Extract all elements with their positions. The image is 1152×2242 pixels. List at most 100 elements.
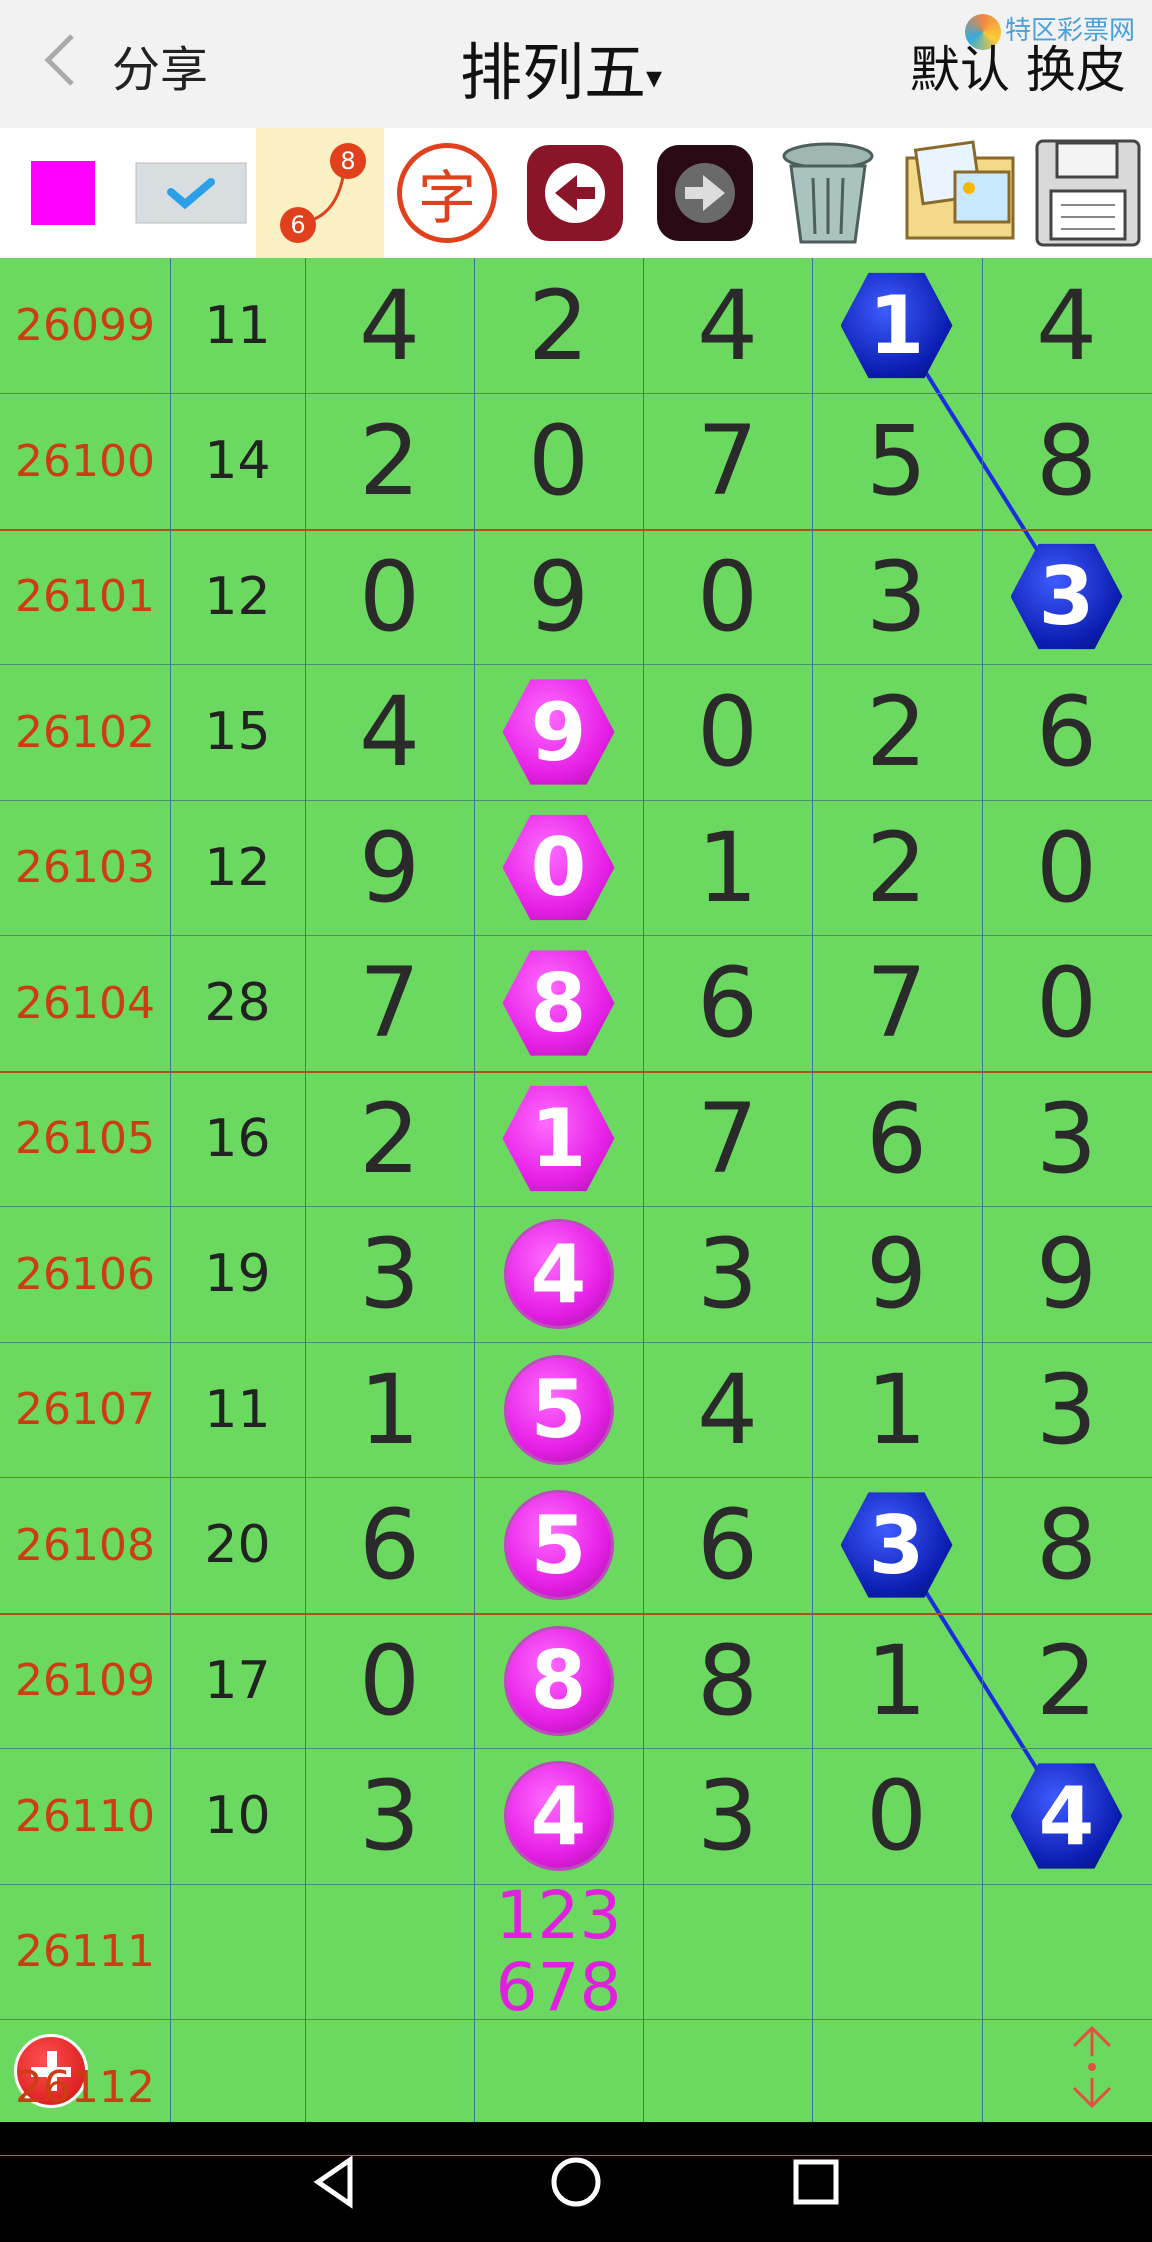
marked-ball[interactable]: 8 — [506, 1628, 611, 1733]
digit-cell[interactable]: 2 — [474, 258, 643, 393]
marked-ball[interactable]: 3 — [840, 1492, 953, 1598]
digit-cell[interactable]: 2 — [982, 1613, 1151, 1748]
digit-cell[interactable]: 1 — [305, 1342, 474, 1477]
digit-cell[interactable]: 9 — [474, 665, 643, 800]
digit-cell[interactable]: 2 — [305, 1071, 474, 1206]
digit-cell[interactable] — [982, 2020, 1151, 2155]
digit-cell[interactable]: 9 — [982, 1207, 1151, 1342]
digit-cell[interactable]: 4 — [643, 258, 812, 393]
digit-cell[interactable]: 6 — [643, 936, 812, 1071]
digit-cell[interactable]: 3 — [812, 1478, 981, 1613]
recents-square-icon[interactable] — [786, 2152, 846, 2212]
connect-line-tool[interactable]: 8 6 — [256, 128, 384, 258]
marked-ball[interactable]: 1 — [840, 272, 953, 379]
digit-cell[interactable]: 3 — [643, 1749, 812, 1884]
digit-cell[interactable]: 5 — [812, 394, 981, 529]
digit-cell[interactable]: 4 — [982, 258, 1151, 393]
digit-cell[interactable]: 9 — [474, 529, 643, 664]
digit-cell[interactable]: 9 — [812, 1207, 981, 1342]
digit-cell[interactable]: 6 — [982, 665, 1151, 800]
digit-cell[interactable]: 0 — [643, 529, 812, 664]
marked-ball[interactable]: 1 — [502, 1085, 615, 1192]
digit-cell[interactable]: 0 — [982, 800, 1151, 935]
digit-cell[interactable]: 0 — [305, 529, 474, 664]
digit-cell[interactable]: 7 — [643, 394, 812, 529]
digit-cell[interactable]: 3 — [305, 1207, 474, 1342]
digit-cell[interactable]: 7 — [305, 936, 474, 1071]
digit-cell[interactable]: 123 678 — [474, 1879, 643, 2023]
undo-button[interactable] — [518, 136, 632, 250]
digit-cell[interactable]: 8 — [982, 394, 1151, 529]
digit-cell[interactable]: 4 — [474, 1749, 643, 1884]
chevron-left-icon[interactable] — [40, 30, 80, 90]
digit-cell[interactable]: 3 — [982, 1342, 1151, 1477]
digit-cell[interactable] — [812, 1884, 981, 2019]
digit-cell[interactable] — [643, 1884, 812, 2019]
digit-cell[interactable] — [812, 2020, 981, 2155]
digit-cell[interactable]: 4 — [305, 665, 474, 800]
share-button[interactable]: 分享 — [112, 30, 208, 100]
digit-cell[interactable] — [474, 2020, 643, 2155]
digit-cell[interactable]: 7 — [643, 1071, 812, 1206]
digit-cell[interactable]: 4 — [982, 1749, 1151, 1884]
digit-cell[interactable]: 6 — [643, 1478, 812, 1613]
digit-cell[interactable]: 4 — [643, 1342, 812, 1477]
digit-cell[interactable] — [643, 2020, 812, 2155]
digit-cell[interactable]: 1 — [812, 1613, 981, 1748]
redo-button[interactable] — [648, 136, 762, 250]
marked-ball[interactable]: 9 — [502, 679, 615, 785]
digit-cell[interactable]: 3 — [812, 529, 981, 664]
caret-down-icon[interactable]: ▾ — [646, 58, 662, 96]
marked-ball[interactable]: 5 — [506, 1357, 611, 1462]
digit-cell[interactable]: 0 — [812, 1749, 981, 1884]
digit-cell[interactable]: 5 — [474, 1342, 643, 1477]
digit-cell[interactable]: 3 — [643, 1207, 812, 1342]
digit-cell[interactable]: 6 — [305, 1478, 474, 1613]
save-button[interactable] — [1028, 136, 1148, 250]
digit-cell[interactable]: 0 — [474, 394, 643, 529]
digit-cell[interactable]: 8 — [982, 1478, 1151, 1613]
digit-cell[interactable]: 8 — [474, 936, 643, 1071]
magenta-swatch[interactable] — [30, 136, 96, 250]
marked-ball[interactable]: 4 — [506, 1764, 611, 1868]
home-circle-icon[interactable] — [546, 2152, 606, 2212]
digit-cell[interactable]: 2 — [812, 800, 981, 935]
digit-cell[interactable]: 1 — [812, 1342, 981, 1477]
digit-cell[interactable]: 3 — [982, 1071, 1151, 1206]
title-text[interactable]: 排列五 — [460, 36, 646, 109]
digit-cell[interactable]: 5 — [474, 1478, 643, 1613]
digit-cell[interactable] — [982, 1884, 1151, 2019]
digit-cell[interactable]: 8 — [474, 1613, 643, 1748]
digit-cell[interactable]: 4 — [474, 1207, 643, 1342]
page-title[interactable]: 排列五▾ — [460, 22, 662, 112]
check-toggle[interactable] — [134, 136, 248, 250]
digit-cell[interactable]: 0 — [474, 800, 643, 935]
digit-cell[interactable]: 2 — [812, 665, 981, 800]
marked-ball[interactable]: 3 — [1010, 543, 1123, 650]
gallery-button[interactable] — [894, 136, 1026, 250]
marked-ball[interactable]: 4 — [1010, 1763, 1123, 1869]
digit-cell[interactable]: 1 — [812, 258, 981, 393]
digit-cell[interactable]: 9 — [305, 800, 474, 935]
digit-cell[interactable]: 0 — [305, 1613, 474, 1748]
digit-cell[interactable]: 8 — [643, 1613, 812, 1748]
back-triangle-icon[interactable] — [306, 2152, 366, 2212]
digit-cell[interactable]: 6 — [812, 1071, 981, 1206]
digit-cell[interactable]: 2 — [305, 394, 474, 529]
digit-cell[interactable]: 7 — [812, 936, 981, 1071]
marked-ball[interactable]: 0 — [502, 814, 615, 921]
digit-cell[interactable] — [305, 2020, 474, 2155]
marked-ball[interactable]: 5 — [506, 1493, 611, 1597]
marked-ball[interactable]: 8 — [502, 950, 615, 1056]
digit-cell[interactable]: 0 — [643, 665, 812, 800]
digit-cell[interactable] — [305, 1884, 474, 2019]
digit-cell[interactable]: 3 — [982, 529, 1151, 664]
marked-ball[interactable]: 4 — [506, 1222, 611, 1326]
digit-cell[interactable]: 4 — [305, 258, 474, 393]
digit-cell[interactable]: 3 — [305, 1749, 474, 1884]
digit-cell[interactable]: 1 — [474, 1071, 643, 1206]
digit-cell[interactable]: 1 — [643, 800, 812, 935]
trash-button[interactable] — [770, 136, 886, 250]
skin-button[interactable]: 默认 换皮 — [910, 30, 1126, 102]
digit-cell[interactable]: 0 — [982, 936, 1151, 1071]
